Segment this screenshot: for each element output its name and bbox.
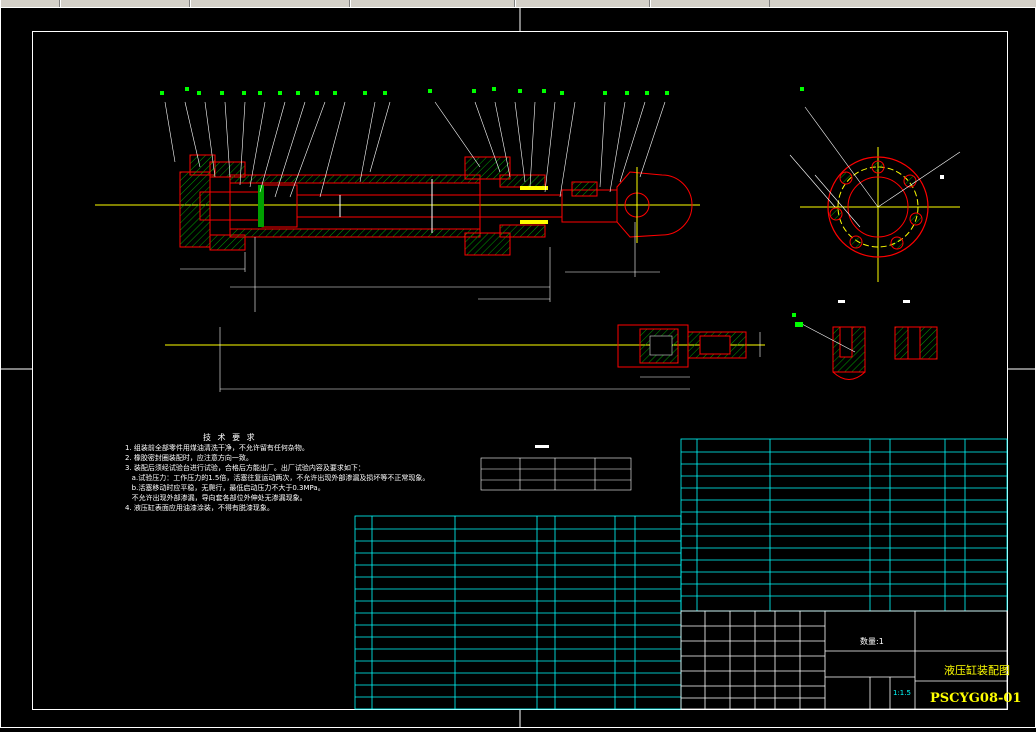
tech-line-7: 4. 液压缸表面应用油漆涂装，不得有脱漆现象。 bbox=[125, 504, 274, 512]
toolbar-combo-color[interactable] bbox=[190, 0, 350, 7]
seal-top bbox=[520, 186, 548, 190]
tech-requirements-title: 技 术 要 求 bbox=[203, 433, 257, 442]
revision-table bbox=[480, 457, 632, 491]
cylinder-section-view bbox=[95, 87, 700, 312]
tech-line-1: 1. 组装前全部零件用煤油清洗干净，不允许留有任何杂物。 bbox=[125, 444, 309, 452]
detail-views bbox=[792, 300, 938, 380]
flange-end-view bbox=[789, 87, 961, 282]
toolbar-combo-linetype[interactable] bbox=[350, 0, 515, 7]
bom-table-left bbox=[354, 515, 682, 710]
tech-line-2: 2. 橡胶密封圈装配时，应注意方向一致。 bbox=[125, 454, 253, 462]
drawing-svg bbox=[0, 7, 1036, 728]
rod-head-bore bbox=[649, 335, 673, 356]
barrel-bore bbox=[229, 182, 481, 230]
drawing-title: 液压缸装配图 bbox=[944, 664, 1010, 677]
barrel-top-wall bbox=[229, 174, 481, 184]
tech-line-4: a.试验压力：工作压力的1.5倍，活塞往复运动两次，不允许出现外部渗漏及损坏等不… bbox=[125, 474, 430, 482]
rod-end-nut bbox=[571, 181, 598, 197]
piston bbox=[261, 184, 298, 228]
toolbar-combo-plotstyle[interactable] bbox=[650, 0, 770, 7]
toolbar-combo-layer[interactable] bbox=[60, 0, 190, 7]
outer-border bbox=[0, 7, 1036, 728]
barrel-bottom-wall bbox=[229, 228, 481, 238]
piston-rod bbox=[296, 194, 563, 218]
toolbar-combo-lineweight[interactable] bbox=[515, 0, 650, 7]
rear-cap bbox=[179, 171, 211, 248]
bom-table-right bbox=[680, 438, 1008, 612]
rod-threaded-bore bbox=[699, 335, 731, 355]
tech-line-5: b.活塞移动时应平稳，无爬行，最低启动压力不大于0.3MPa。 bbox=[125, 484, 325, 492]
piston-seal bbox=[258, 185, 264, 227]
rod-view bbox=[165, 324, 765, 392]
gland-top bbox=[499, 174, 546, 188]
drawing-scale: 1:1.5 bbox=[893, 689, 911, 697]
drawing-number: PSCYG08-01 bbox=[930, 691, 1022, 706]
gland-bottom bbox=[499, 224, 546, 238]
toolbar-button[interactable] bbox=[0, 0, 60, 7]
tech-line-6: 不允许出现外部渗漏，导向套各部位外伸处无渗漏现象。 bbox=[125, 494, 307, 502]
tech-line-3: 3. 装配后须经试验台进行试验，合格后方能出厂。出厂试验内容及要求如下： bbox=[125, 464, 365, 472]
seal-bottom bbox=[520, 220, 548, 224]
quantity-label: 数量:1 bbox=[860, 637, 884, 646]
drawing-canvas[interactable]: 技 术 要 求 1. 组装前全部零件用煤油清洗干净，不允许留有任何杂物。 2. … bbox=[0, 7, 1036, 728]
